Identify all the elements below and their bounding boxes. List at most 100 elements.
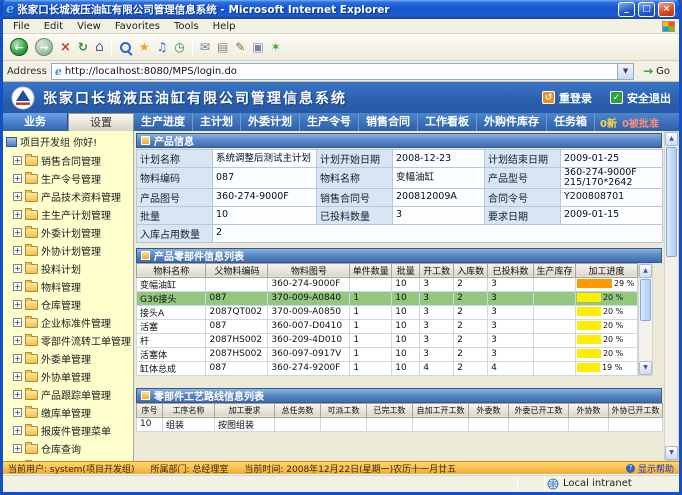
discuss-button[interactable]: ▣ xyxy=(249,36,266,59)
messenger-button[interactable]: ✶ xyxy=(268,36,284,59)
menu-favorites[interactable]: Favorites xyxy=(108,21,167,32)
page-scrollbar[interactable]: ▲ ▼ xyxy=(664,131,679,461)
nav-item-8[interactable]: 任务箱 xyxy=(547,113,595,131)
tree-item-16[interactable]: +报废件管理菜单 xyxy=(5,421,133,439)
nav-item-6[interactable]: 工作看板 xyxy=(418,113,477,131)
expand-icon[interactable]: + xyxy=(13,192,22,201)
nav-item-7[interactable]: 外购件库存 xyxy=(477,113,547,131)
expand-icon[interactable]: + xyxy=(13,246,22,255)
close-button[interactable]: × xyxy=(658,2,675,17)
relogin-button[interactable]: ↺ 重登录 xyxy=(542,90,592,106)
expand-icon[interactable]: + xyxy=(13,174,22,183)
search-button[interactable] xyxy=(116,36,135,59)
tree-item-14[interactable]: +产品跟踪单管理 xyxy=(5,385,133,403)
tree-item-6[interactable]: +外协计划管理 xyxy=(5,241,133,259)
tree-item-17[interactable]: + 仓库查询 xyxy=(5,439,133,457)
maximize-button[interactable]: □ xyxy=(638,2,655,17)
home-button[interactable]: ⌂ xyxy=(92,36,107,59)
scroll-track[interactable] xyxy=(665,258,678,446)
tree-item-10[interactable]: +企业标准件管理 xyxy=(5,313,133,331)
print-button[interactable]: ▤ xyxy=(214,36,231,59)
parts-cell: 10 xyxy=(392,305,420,319)
minimize-button[interactable]: _ xyxy=(618,2,635,17)
menu-tools[interactable]: Tools xyxy=(167,21,206,32)
go-button[interactable]: → Go xyxy=(638,64,675,78)
tree-item-9[interactable]: +仓库管理 xyxy=(5,295,133,313)
menu-file[interactable]: File xyxy=(6,21,37,32)
expand-icon[interactable]: + xyxy=(13,300,22,309)
back-button[interactable]: ← xyxy=(7,36,31,59)
expand-icon[interactable]: + xyxy=(13,264,22,273)
tree-item-15[interactable]: +缴库单管理 xyxy=(5,403,133,421)
tree-item-3[interactable]: +产品技术资料管理 xyxy=(5,187,133,205)
tree-item-12[interactable]: +外委单管理 xyxy=(5,349,133,367)
parts-row-7[interactable]: 缸体总成087360-274-9200F11042419 % xyxy=(137,361,638,375)
expand-icon[interactable]: + xyxy=(13,318,22,327)
expand-icon[interactable]: + xyxy=(13,354,22,363)
expand-icon[interactable]: + xyxy=(13,282,22,291)
expand-icon[interactable]: + xyxy=(13,156,22,165)
scroll-up-button[interactable]: ▲ xyxy=(665,132,678,146)
scroll-down-button[interactable]: ▼ xyxy=(639,361,652,375)
address-dropdown-button[interactable]: ▼ xyxy=(617,64,633,79)
expand-icon[interactable]: + xyxy=(13,426,22,435)
tree-item-2[interactable]: +生产令号管理 xyxy=(5,169,133,187)
tree-item-5[interactable]: +外委计划管理 xyxy=(5,223,133,241)
tree-item-1[interactable]: +销售合同管理 xyxy=(5,151,133,169)
parts-table-scrollbar[interactable]: ▲ ▼ xyxy=(638,263,653,376)
route-row-1[interactable]: 10组装按图组装 xyxy=(137,417,663,431)
show-help-link[interactable]: ? 显示帮助 xyxy=(626,462,674,475)
scroll-down-button[interactable]: ▼ xyxy=(665,446,678,460)
nav-item-5[interactable]: 销售合同 xyxy=(359,113,418,131)
tree-item-11[interactable]: +零部件流转工单管理 xyxy=(5,331,133,349)
expand-icon[interactable]: + xyxy=(13,408,22,417)
parts-row-1[interactable]: 变幅油缸360-274-9000F1032329 % xyxy=(137,277,638,291)
history-button[interactable]: ◷ xyxy=(171,36,187,59)
stop-button[interactable]: × xyxy=(57,36,74,59)
route-cell xyxy=(275,417,321,431)
parts-row-4[interactable]: 活塞087360-007-D041011032320 % xyxy=(137,319,638,333)
expand-icon[interactable]: + xyxy=(13,444,22,453)
tree-item-4[interactable]: +主生产计划管理 xyxy=(5,205,133,223)
parts-table-head-row: 物料名称父物料编码物料图号单件数量批量开工数入库数已投料数生产库存加工进度 xyxy=(137,263,638,277)
parts-cell: 1 xyxy=(350,347,392,361)
expand-icon[interactable]: + xyxy=(13,228,22,237)
media-button[interactable]: ♫ xyxy=(154,36,171,59)
nav-item-4[interactable]: 生产令号 xyxy=(300,113,359,131)
tree-item-7[interactable]: +投料计划 xyxy=(5,259,133,277)
menu-help[interactable]: Help xyxy=(206,21,243,32)
menu-edit[interactable]: Edit xyxy=(37,21,70,32)
scroll-up-button[interactable]: ▲ xyxy=(639,264,652,278)
tab-settings[interactable]: 设置 xyxy=(68,113,134,131)
parts-row-2[interactable]: G36接头087370-009-A084011032320 % xyxy=(137,291,638,305)
expand-icon[interactable]: + xyxy=(13,372,22,381)
expand-icon[interactable]: + xyxy=(13,336,22,345)
scroll-thumb[interactable] xyxy=(640,279,651,321)
logout-button[interactable]: ✓ 安全退出 xyxy=(610,90,671,106)
scroll-thumb[interactable] xyxy=(666,147,677,257)
expand-icon[interactable]: + xyxy=(13,390,22,399)
tree-item-8[interactable]: +物料管理 xyxy=(5,277,133,295)
edit-button[interactable]: ✎ xyxy=(232,36,248,59)
favorites-button[interactable]: ★ xyxy=(136,36,153,59)
expand-icon[interactable]: + xyxy=(13,210,22,219)
forward-button[interactable]: → xyxy=(32,36,56,59)
nav-item-2[interactable]: 主计划 xyxy=(193,113,241,131)
address-input[interactable]: e http://localhost:8080/MPS/login.do ▼ xyxy=(51,63,634,80)
nav-item-3[interactable]: 外委计划 xyxy=(241,113,300,131)
menu-view[interactable]: View xyxy=(70,21,108,32)
tree-item-label: 仓库查询 xyxy=(41,441,81,456)
parts-cell: 087 xyxy=(206,361,268,375)
logout-label: 安全退出 xyxy=(627,90,671,106)
progress-cell: 29 % xyxy=(575,277,637,291)
parts-row-6[interactable]: 活塞体2087HS002360-097-0917V11032320 % xyxy=(137,347,638,361)
tab-business[interactable]: 业务 xyxy=(3,113,68,131)
mail-button[interactable]: ✉ xyxy=(197,36,213,59)
tree-item-13[interactable]: +外协单管理 xyxy=(5,367,133,385)
progress-cell: 20 % xyxy=(575,319,637,333)
scroll-track[interactable] xyxy=(639,322,652,361)
nav-item-1[interactable]: 生产进度 xyxy=(134,113,193,131)
parts-row-5[interactable]: 杆2087HS002360-209-4D01011032320 % xyxy=(137,333,638,347)
refresh-button[interactable]: ↻ xyxy=(75,36,91,59)
parts-row-3[interactable]: 接头A2087QT002370-009-A085011032320 % xyxy=(137,305,638,319)
